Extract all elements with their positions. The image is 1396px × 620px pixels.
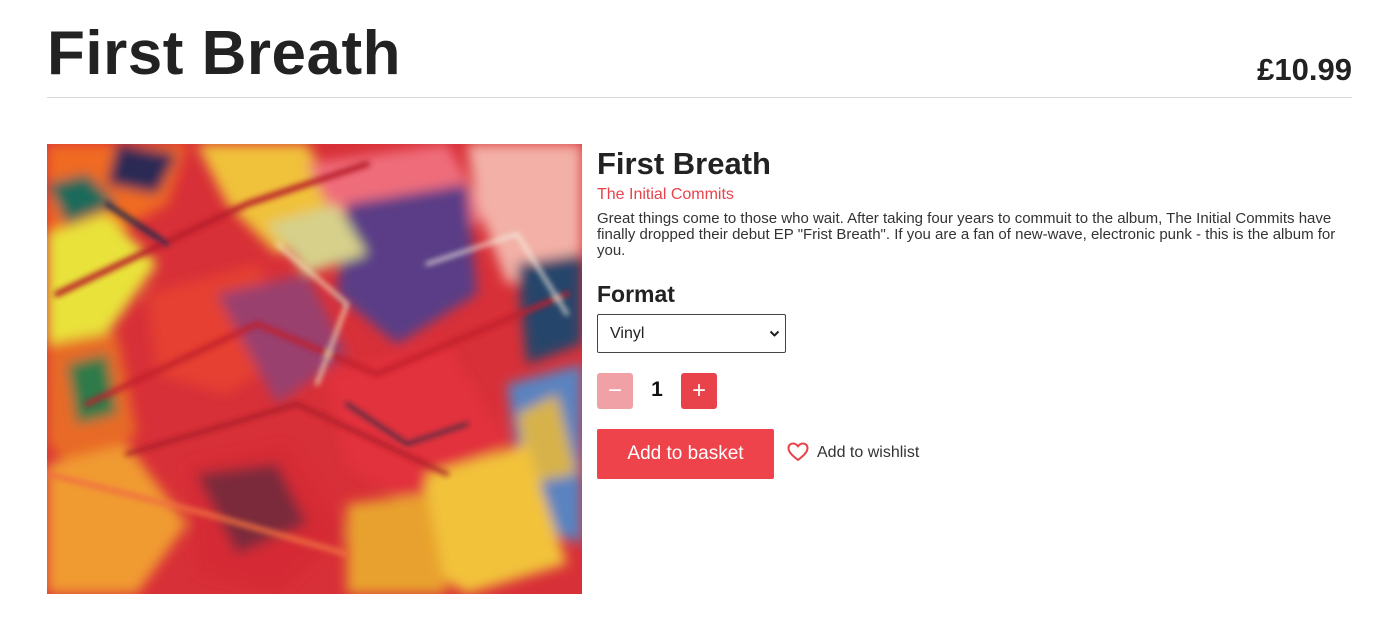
product-page: First Breath £10.99 First Breath The Ini… [0,0,1396,620]
artist-name: The Initial Commits [597,186,734,203]
purchase-actions: Add to basket Add to wishlist [597,429,1357,479]
price: £10.99 [1257,52,1352,87]
product-details: First Breath The Initial Commits Great t… [597,144,1357,479]
format-label: Format [597,281,675,307]
increase-quantity-button[interactable]: + [681,373,717,409]
chevron-down-icon [769,330,780,337]
quantity-stepper: − 1 + [597,373,1357,409]
page-header: First Breath £10.99 [47,0,1352,98]
page-title: First Breath [47,19,401,88]
album-description: Great things come to those who wait. Aft… [597,210,1336,259]
decrease-quantity-button[interactable]: − [597,373,633,409]
album-title: First Breath [597,146,771,181]
album-cover-image [47,144,582,594]
add-to-basket-button[interactable]: Add to basket [597,429,774,479]
heart-icon [787,442,809,461]
format-select[interactable]: Vinyl [597,314,786,353]
quantity-value: 1 [651,378,663,401]
add-to-wishlist-label: Add to wishlist [817,444,920,461]
format-select-value: Vinyl [610,325,645,342]
